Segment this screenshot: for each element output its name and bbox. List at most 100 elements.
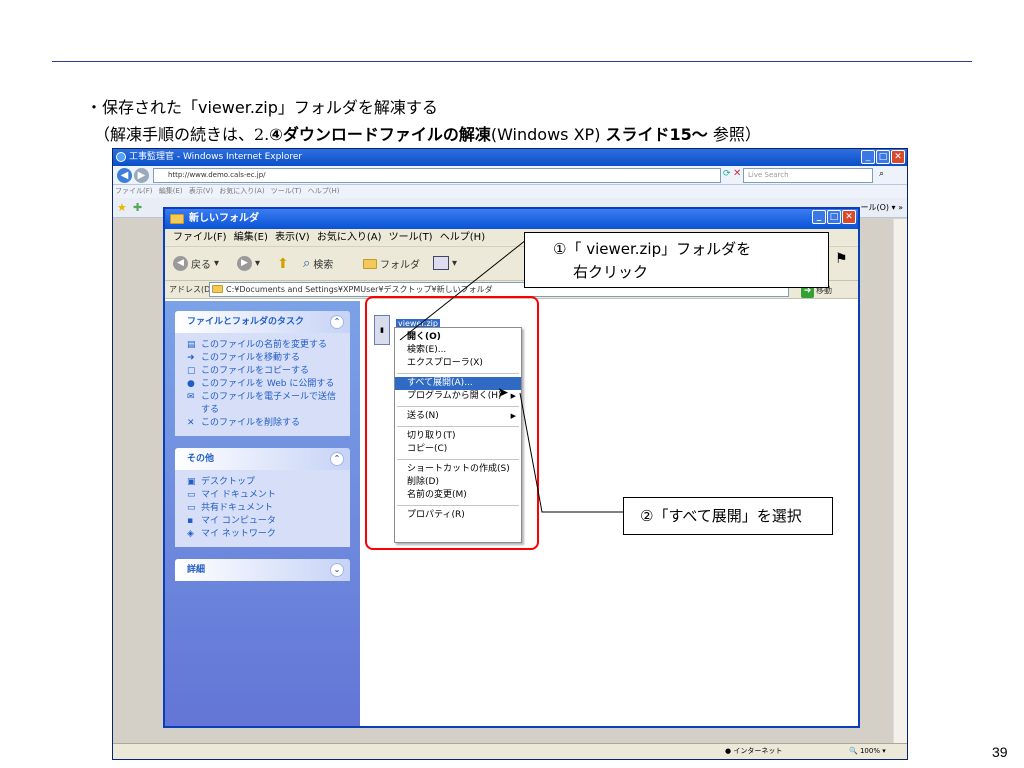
callout-step1-line2: 右クリック — [573, 263, 649, 281]
slide-bullet-text: ・保存された「viewer.zip」フォルダを解凍する — [86, 94, 438, 118]
other-place-item[interactable]: ◈ マイ ネットワーク — [187, 528, 342, 541]
other-place-label: デスクトップ — [201, 477, 256, 487]
slide-note-text: （解凍手順の続きは、2.④ダウンロードファイルの解凍(Windows XP) ス… — [94, 121, 761, 145]
address-path: C:¥Documents and Settings¥XPMUser¥デスクトップ… — [226, 285, 493, 294]
collapse-chevron-icon[interactable]: ⌃ — [330, 452, 344, 466]
callout-step1-line1: ①「 viewer.zip」フォルダを — [553, 240, 752, 258]
ie-navbar: ◀ ▶ http://www.demo.cals-ec.jp/ ⟳ ✕ Live… — [113, 166, 907, 185]
ie-maximize-button[interactable]: □ — [876, 150, 890, 164]
note-slide-ref: スライド15〜 — [605, 125, 708, 144]
email-icon: ✉ — [187, 392, 195, 402]
ie-tools-menu[interactable]: ール(O) ▾ » — [860, 202, 903, 213]
other-place-item[interactable]: ▭ マイ ドキュメント — [187, 489, 342, 502]
address-label: アドレス(D) — [169, 285, 214, 294]
file-task-item[interactable]: ➜ このファイルを移動する — [187, 352, 342, 365]
back-button[interactable]: ◀ 戻る ▾ — [173, 256, 219, 271]
views-icon — [433, 256, 449, 270]
ie-zoom-text: 100% — [859, 747, 880, 755]
search-icon: ⌕ — [303, 256, 311, 271]
file-tasks-title: ファイルとフォルダのタスク — [187, 317, 305, 327]
file-task-item[interactable]: ✕ このファイルを削除する — [187, 417, 342, 430]
forward-button[interactable]: ▶ ▾ — [237, 256, 260, 271]
ie-stop-icon[interactable]: ✕ — [733, 168, 741, 179]
delete-icon: ✕ — [187, 418, 195, 428]
details-header[interactable]: 詳細 ⌄ — [175, 559, 350, 581]
explorer-minimize-button[interactable]: _ — [812, 210, 826, 224]
ie-vertical-scrollbar[interactable] — [893, 219, 907, 745]
ie-menubar[interactable]: ファイル(F) 編集(E) 表示(V) お気に入り(A) ツール(T) ヘルプ(… — [113, 185, 907, 198]
desktop-icon: ▣ — [187, 477, 196, 487]
search-label: 検索 — [313, 260, 334, 271]
ie-search-input[interactable]: Live Search — [743, 168, 873, 183]
ie-search-placeholder: Live Search — [748, 171, 789, 179]
file-task-item[interactable]: ▤ このファイルの名前を変更する — [187, 339, 342, 352]
file-tasks-list: ▤ このファイルの名前を変更する ➜ このファイルを移動する ▢ このファイルをコピーする… — [175, 333, 350, 436]
file-task-item[interactable]: ✉ このファイルを電子メールで送信する — [187, 391, 342, 417]
my-documents-icon: ▭ — [187, 490, 196, 500]
my-network-icon: ◈ — [187, 529, 194, 539]
other-place-item[interactable]: ▪ マイ コンピュータ — [187, 515, 342, 528]
explorer-maximize-button[interactable]: □ — [827, 210, 841, 224]
ie-forward-icon[interactable]: ▶ — [134, 168, 149, 183]
ie-title-text: 工事監理官 - Windows Internet Explorer — [129, 152, 303, 162]
file-tasks-header[interactable]: ファイルとフォルダのタスク ⌃ — [175, 311, 350, 333]
other-place-item[interactable]: ▭ 共有ドキュメント — [187, 502, 342, 515]
other-place-item[interactable]: ▣ デスクトップ — [187, 476, 342, 489]
address-folder-icon — [212, 285, 223, 293]
explorer-titlebar[interactable]: 新しいフォルダ _ □ ✕ — [165, 209, 858, 229]
callout-step2-text: ②「すべて展開」を選択 — [640, 507, 802, 525]
file-task-item[interactable]: ▢ このファイルをコピーする — [187, 365, 342, 378]
search-button[interactable]: ⌕ 検索 — [303, 256, 333, 271]
back-arrow-icon: ◀ — [173, 256, 188, 271]
file-task-label: このファイルを削除する — [201, 418, 301, 428]
slide-top-rule — [52, 61, 972, 62]
ie-address-text: http://www.demo.cals-ec.jp/ — [168, 171, 266, 179]
task-pane: ファイルとフォルダのタスク ⌃ ▤ このファイルの名前を変更する ➜ このファイルを移… — [165, 301, 360, 726]
file-task-label: このファイルを移動する — [201, 353, 301, 363]
ie-logo-icon — [116, 152, 126, 162]
rename-icon: ▤ — [187, 340, 196, 350]
ie-statusbar: ● インターネット 🔍 100% ▾ — [113, 743, 907, 759]
my-computer-icon: ▪ — [187, 516, 194, 526]
expand-chevron-icon[interactable]: ⌄ — [330, 563, 344, 577]
ie-menu-text: ファイル(F) 編集(E) 表示(V) お気に入り(A) ツール(T) ヘルプ(… — [115, 187, 340, 195]
folders-label: フォルダ — [380, 260, 420, 271]
ie-search-icon[interactable]: ⌕ — [879, 169, 884, 179]
add-favorite-icon[interactable]: ✚ — [133, 201, 142, 214]
other-places-title: その他 — [187, 454, 215, 464]
ie-zoom-control[interactable]: 🔍 100% ▾ — [849, 744, 886, 759]
other-places-panel: その他 ⌃ ▣ デスクトップ ▭ マイ ドキュメント ▭ 共有ドキュメント ▪ マイ コンピュ… — [175, 448, 350, 547]
callout-step1: ①「 viewer.zip」フォルダを 右クリック — [524, 232, 829, 288]
folders-button[interactable]: フォルダ — [363, 256, 420, 271]
ie-close-button[interactable]: ✕ — [891, 150, 905, 164]
views-button[interactable]: ▾ — [433, 256, 457, 270]
highlight-box — [365, 296, 539, 550]
favorites-star-icon[interactable]: ★ — [117, 201, 127, 214]
ie-back-icon[interactable]: ◀ — [117, 168, 132, 183]
ie-refresh-icon[interactable]: ⟳ — [723, 169, 731, 179]
ie-zone-text: インターネット — [733, 747, 783, 755]
back-label: 戻る — [191, 260, 211, 271]
ie-address-bar[interactable]: http://www.demo.cals-ec.jp/ — [153, 168, 721, 183]
ie-minimize-button[interactable]: _ — [861, 150, 875, 164]
bullet-prefix: ・保存された「 — [86, 98, 199, 117]
file-task-label: このファイルをコピーする — [201, 366, 310, 376]
file-task-item[interactable]: ● このファイルを Web に公開する — [187, 378, 342, 391]
bullet-suffix: 」フォルダを解凍する — [277, 98, 438, 117]
explorer-close-button[interactable]: ✕ — [842, 210, 856, 224]
details-panel: 詳細 ⌄ — [175, 559, 350, 581]
up-folder-icon[interactable]: ⬆ — [277, 256, 289, 272]
ie-titlebar[interactable]: 工事監理官 - Windows Internet Explorer _ □ ✕ — [113, 149, 907, 166]
move-icon: ➜ — [187, 353, 195, 363]
bullet-filename: viewer.zip — [198, 98, 278, 117]
folder-icon — [170, 214, 184, 224]
details-title: 詳細 — [187, 565, 206, 575]
other-place-label: 共有ドキュメント — [201, 503, 274, 513]
note-os: (Windows XP) — [490, 125, 606, 144]
page-number: 39 — [992, 744, 1008, 760]
other-places-list: ▣ デスクトップ ▭ マイ ドキュメント ▭ 共有ドキュメント ▪ マイ コンピュータ ◈ マイ … — [175, 470, 350, 547]
callout-step2: ②「すべて展開」を選択 — [623, 497, 833, 535]
other-places-header[interactable]: その他 ⌃ — [175, 448, 350, 470]
other-place-label: マイ ネットワーク — [201, 529, 276, 539]
collapse-chevron-icon[interactable]: ⌃ — [330, 315, 344, 329]
